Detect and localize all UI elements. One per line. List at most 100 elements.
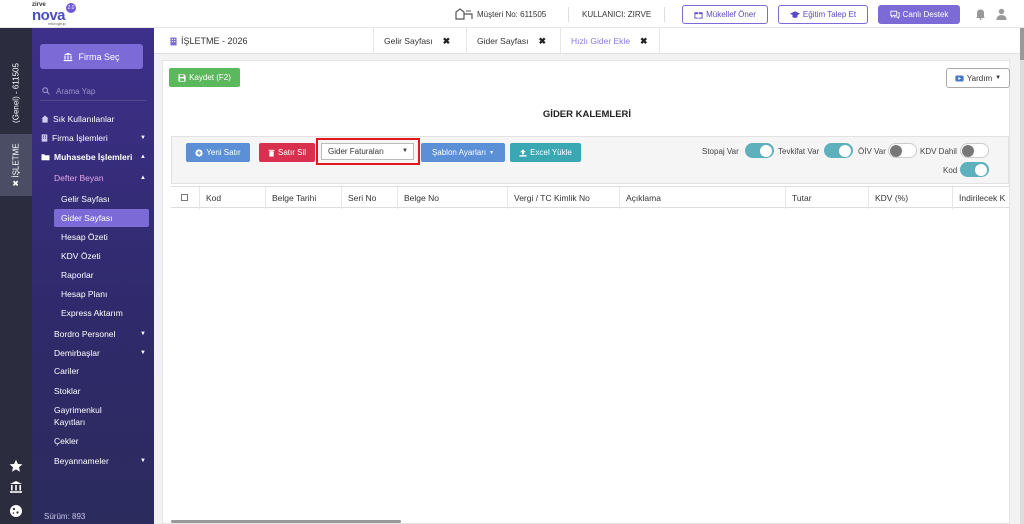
horizontal-scrollbar[interactable] xyxy=(171,520,401,523)
column-header-tutar[interactable]: Tutar xyxy=(785,187,868,209)
kaydet-button[interactable]: Kaydet (F2) xyxy=(169,68,240,87)
oiv-toggle[interactable] xyxy=(888,143,917,158)
sidebar-item-defter-beyan[interactable]: Defter Beyan ▲ xyxy=(54,170,149,186)
star-icon[interactable] xyxy=(9,459,23,473)
tab-label: Gider Sayfası xyxy=(477,36,529,46)
column-header-seri-no[interactable]: Seri No xyxy=(341,187,397,209)
sidebar-item-kdv-ozeti[interactable]: KDV Özeti xyxy=(61,248,149,264)
sidebar-item-demirbaslar[interactable]: Demirbaşlar ▼ xyxy=(54,345,149,361)
home-icon xyxy=(41,115,49,123)
sidebar-item-label: Demirbaşlar xyxy=(54,348,100,358)
bank-icon[interactable] xyxy=(9,480,23,494)
scrollbar-thumb[interactable] xyxy=(1020,28,1024,60)
sidebar-item-label: Defter Beyan xyxy=(54,173,104,183)
select-all-checkbox[interactable] xyxy=(181,194,188,201)
user-icon[interactable] xyxy=(996,8,1007,20)
egitim-talep-button[interactable]: Eğitim Talep Et xyxy=(778,5,868,24)
sidebar-item-label: Gelir Sayfası xyxy=(61,194,110,204)
kaydet-label: Kaydet (F2) xyxy=(189,73,231,82)
sidebar-item-sik-kullanilanlar[interactable]: Sık Kullanılanlar xyxy=(41,111,149,127)
tevkifat-toggle[interactable] xyxy=(824,143,853,158)
yeni-satir-button[interactable]: Yeni Satır xyxy=(186,143,250,162)
column-header-vergi-no[interactable]: Vergi / TC Kimlik No xyxy=(507,187,619,209)
caret-down-icon: ▼ xyxy=(140,331,146,337)
nova-logo[interactable]: zirve nova 2.0 mikrogrup xyxy=(32,2,78,26)
sidebar-item-label: Express Aktarım xyxy=(61,308,123,318)
column-header-belge-no[interactable]: Belge No xyxy=(397,187,507,209)
tab-label: Gelir Sayfası xyxy=(384,36,433,46)
sidebar-search[interactable]: Arama Yap xyxy=(40,84,146,101)
page-title: İŞLETME - 2026 xyxy=(170,36,248,46)
toggle-knob xyxy=(975,164,987,176)
sidebar-item-gider-sayfasi[interactable]: Gider Sayfası xyxy=(54,209,149,227)
fatura-type-select[interactable]: Gider Faturaları ▼ xyxy=(321,143,414,160)
search-icon xyxy=(42,87,50,95)
genel-company-label[interactable]: (Genel) - 611505 xyxy=(8,48,24,138)
yardim-button[interactable]: Yardım ▼ xyxy=(946,68,1010,88)
save-icon xyxy=(178,73,186,82)
column-header-belge-tarihi[interactable]: Belge Tarihi xyxy=(265,187,341,209)
sidebar-item-gayrimenkul[interactable]: Gayrimenkul Kayıtları xyxy=(54,404,149,430)
satir-sil-button[interactable]: Satır Sil xyxy=(259,143,315,162)
toggle-knob xyxy=(890,145,902,157)
sablon-ayarlari-button[interactable]: Şablon Ayarları ▼ xyxy=(421,143,505,162)
tab-hizli-gider-ekle[interactable]: Hızlı Gider Ekle ✖ xyxy=(560,28,660,54)
caret-down-icon: ▼ xyxy=(489,149,495,156)
tevkifat-label: Tevkifat Var xyxy=(778,147,820,156)
content-panel: Kaydet (F2) Yardım ▼ GİDER KALEMLERİ Yen… xyxy=(162,60,1010,524)
sidebar-item-hesap-ozeti[interactable]: Hesap Özeti xyxy=(61,229,149,245)
sidebar-item-label: Firma İşlemleri xyxy=(52,133,108,143)
grid-toolbar: Yeni Satır Satır Sil Gider Faturaları ▼ … xyxy=(171,136,1009,184)
vertical-scrollbar[interactable] xyxy=(1020,28,1024,524)
close-icon[interactable]: ✖ xyxy=(443,36,451,47)
sidebar-item-raporlar[interactable]: Raporlar xyxy=(61,267,149,283)
kdv-dahil-label: KDV Dahil xyxy=(920,147,957,156)
yardim-label: Yardım xyxy=(966,73,993,83)
sidebar-item-cariler[interactable]: Cariler xyxy=(54,363,149,379)
sidebar-item-hesap-plani[interactable]: Hesap Planı xyxy=(61,286,149,302)
firma-sec-button[interactable]: Firma Seç xyxy=(40,44,143,69)
column-header-indirilecek-kdv[interactable]: İndirilecek K xyxy=(952,187,1009,209)
kod-toggle[interactable] xyxy=(960,162,989,177)
sidebar-item-bordro-personel[interactable]: Bordro Personel ▼ xyxy=(54,326,149,342)
mukellef-oner-button[interactable]: Mükellef Öner xyxy=(682,5,768,24)
logo-subtitle: mikrogrup xyxy=(48,21,66,26)
search-underline xyxy=(40,100,146,101)
sidebar-item-firma-islemleri[interactable]: Firma İşlemleri ▼ xyxy=(41,130,149,146)
caret-up-icon: ▲ xyxy=(140,154,146,160)
isletme-rail-tab[interactable]: ✖ İŞLETME xyxy=(0,134,32,196)
column-header-kdv[interactable]: KDV (%) xyxy=(868,187,952,209)
logo-version: 2.0 xyxy=(66,3,76,13)
canli-destek-label: Canlı Destek xyxy=(902,10,949,19)
building-icon xyxy=(41,134,48,142)
caret-down-icon: ▼ xyxy=(402,148,408,154)
sidebar: Firma Seç Arama Yap Sık Kullanılanlar Fi… xyxy=(32,28,154,524)
folder-icon xyxy=(41,154,50,161)
column-header-kod[interactable]: Kod xyxy=(199,187,265,209)
sidebar-item-cekler[interactable]: Çekler xyxy=(54,433,149,449)
sidebar-item-beyannameler[interactable]: Beyannameler ▼ xyxy=(54,453,149,469)
graduation-cap-icon xyxy=(789,10,800,18)
canli-destek-button[interactable]: Canlı Destek xyxy=(878,5,960,24)
sidebar-item-express-aktarim[interactable]: Express Aktarım xyxy=(61,305,149,321)
tab-gider-sayfasi[interactable]: Gider Sayfası ✖ xyxy=(466,28,560,54)
tabs-bar: İŞLETME - 2026 Gelir Sayfası ✖ Gider Say… xyxy=(154,28,1020,54)
tab-gelir-sayfasi[interactable]: Gelir Sayfası ✖ xyxy=(373,28,466,54)
close-icon[interactable]: ✖ xyxy=(640,36,648,47)
bell-icon[interactable] xyxy=(975,8,986,20)
sidebar-item-muhasebe-islemleri[interactable]: Muhasebe İşlemleri ▲ xyxy=(41,149,149,165)
sidebar-item-label: Stoklar xyxy=(54,386,81,396)
stopaj-toggle[interactable] xyxy=(745,143,774,158)
excel-yukle-button[interactable]: Excel Yükle xyxy=(510,143,581,162)
genel-text: (Genel) - 611505 xyxy=(11,63,21,123)
cookie-icon[interactable] xyxy=(9,504,23,518)
select-value: Gider Faturaları xyxy=(328,147,385,156)
sidebar-item-stoklar[interactable]: Stoklar xyxy=(54,383,149,399)
close-icon[interactable]: ✖ xyxy=(539,36,547,47)
sidebar-item-gelir-sayfasi[interactable]: Gelir Sayfası xyxy=(61,191,149,207)
oiv-label: ÖİV Var xyxy=(858,147,886,156)
toggle-knob xyxy=(839,145,851,157)
kdv-dahil-toggle[interactable] xyxy=(960,143,989,158)
building-icon xyxy=(455,8,473,20)
column-header-aciklama[interactable]: Açıklama xyxy=(619,187,785,209)
